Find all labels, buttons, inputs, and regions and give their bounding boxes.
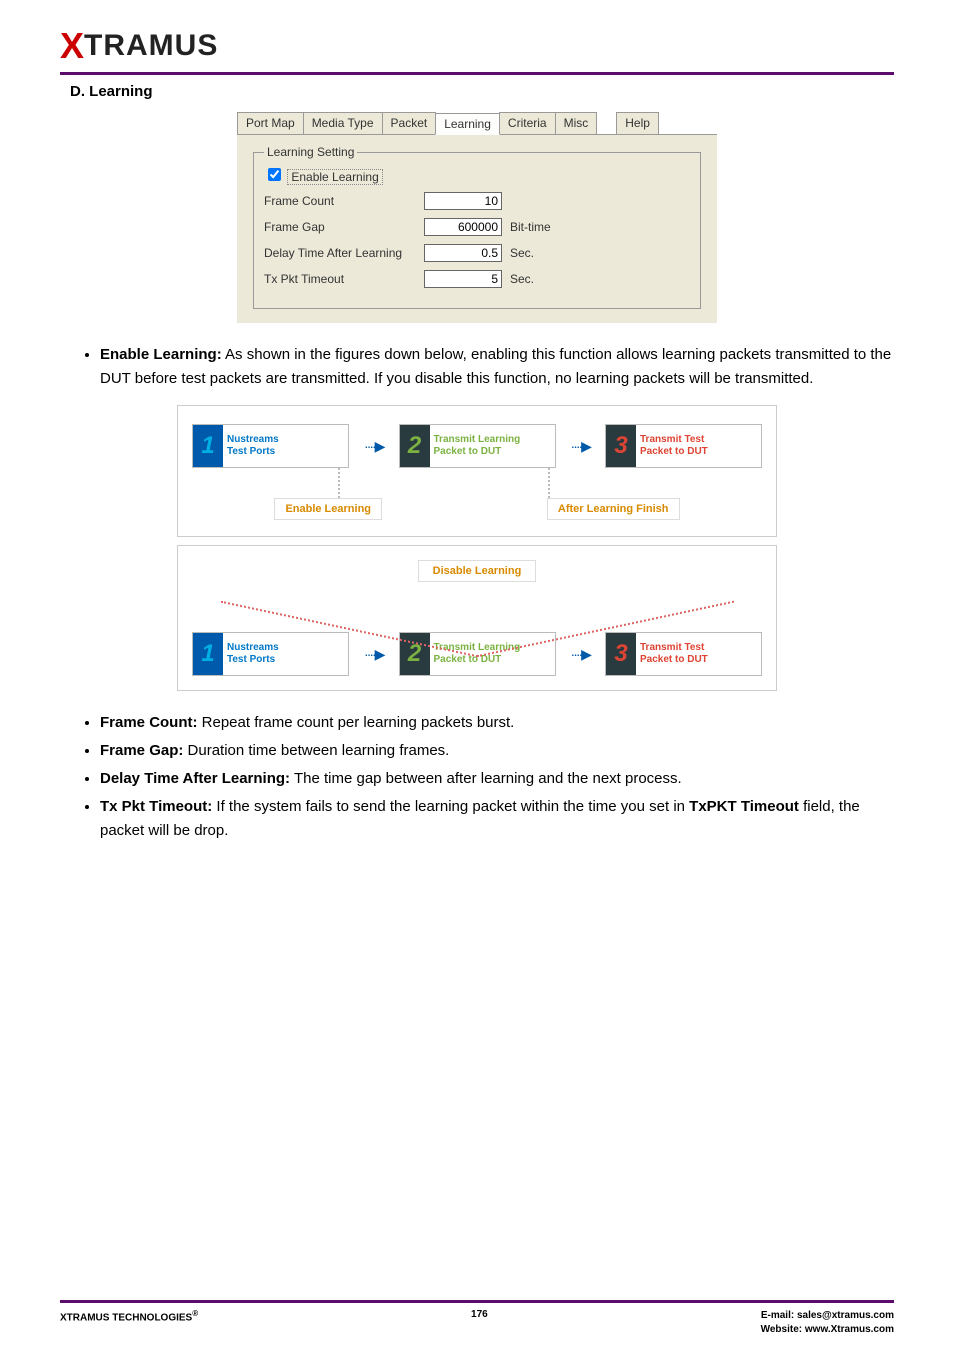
- flow-step-1-disabled: 1 Nustreams Test Ports: [192, 632, 349, 676]
- footer-website: www.Xtramus.com: [805, 1324, 894, 1335]
- frame-gap-unit: Bit-time: [510, 220, 551, 234]
- bullet-frame-gap: Frame Gap: Duration time between learnin…: [100, 739, 894, 763]
- frame-count-input[interactable]: [424, 192, 502, 210]
- arrow-icon: ····▶: [359, 438, 389, 455]
- tab-port-map[interactable]: Port Map: [237, 112, 304, 134]
- delay-after-learning-label: Delay Time After Learning: [264, 246, 424, 260]
- flow-step-3: 3 Transmit Test Packet to DUT: [605, 424, 762, 468]
- tab-criteria[interactable]: Criteria: [499, 112, 556, 134]
- tab-strip: Port Map Media Type Packet Learning Crit…: [237, 112, 717, 135]
- bullet-delay-time-text: The time gap between after learning and …: [290, 770, 682, 787]
- brand-logo: X TRAMUS: [60, 20, 894, 72]
- caption-after-learning: After Learning Finish: [547, 498, 680, 520]
- flow-step-2-number: 2: [400, 425, 430, 467]
- flow-step-1-number: 1: [193, 425, 223, 467]
- enable-learning-checkbox[interactable]: [268, 168, 281, 181]
- bullet-enable-learning: Enable Learning: As shown in the figures…: [100, 343, 894, 391]
- tab-help[interactable]: Help: [616, 112, 659, 134]
- flow-step-3-number: 3: [606, 633, 636, 675]
- flow-step-3-line2: Packet to DUT: [640, 654, 757, 666]
- frame-gap-input[interactable]: [424, 218, 502, 236]
- frame-count-label: Frame Count: [264, 194, 424, 208]
- footer-email-label: E-mail:: [761, 1310, 797, 1321]
- tab-packet[interactable]: Packet: [382, 112, 437, 134]
- logo-text: TRAMUS: [84, 29, 218, 63]
- flow-step-2: 2 Transmit Learning Packet to DUT: [399, 424, 556, 468]
- logo-x: X: [60, 25, 84, 67]
- bullet-frame-count-text: Repeat frame count per learning packets …: [198, 714, 515, 731]
- header-divider: [60, 72, 894, 75]
- caption-enable-learning: Enable Learning: [274, 498, 382, 520]
- tx-pkt-timeout-label: Tx Pkt Timeout: [264, 272, 424, 286]
- bullet-frame-count: Frame Count: Repeat frame count per lear…: [100, 711, 894, 735]
- bullet-delay-time: Delay Time After Learning: The time gap …: [100, 767, 894, 791]
- frame-gap-label: Frame Gap: [264, 220, 424, 234]
- flow-step-1-line2: Test Ports: [227, 446, 344, 458]
- footer-contact: E-mail: sales@xtramus.com Website: www.X…: [761, 1309, 894, 1337]
- tx-pkt-timeout-input[interactable]: [424, 270, 502, 288]
- bullet-delay-time-title: Delay Time After Learning:: [100, 770, 290, 787]
- tab-learning[interactable]: Learning: [435, 113, 500, 135]
- learning-tab-panel: Port Map Media Type Packet Learning Crit…: [237, 112, 717, 323]
- fieldset-legend: Learning Setting: [264, 145, 357, 159]
- flow-step-3-line1: Transmit Test: [640, 642, 757, 654]
- bullet-tx-pkt-timeout-bold: TxPKT Timeout: [689, 798, 799, 815]
- tab-content-area: Learning Setting Enable Learning Frame C…: [237, 135, 717, 323]
- delay-after-learning-input[interactable]: [424, 244, 502, 262]
- page-footer: XTRAMUS TECHNOLOGIES® 176 E-mail: sales@…: [0, 1300, 954, 1351]
- flow-step-3-disabled: 3 Transmit Test Packet to DUT: [605, 632, 762, 676]
- dotted-connector-icon: [548, 468, 550, 498]
- flow-step-1-line1: Nustreams: [227, 642, 344, 654]
- footer-company-name: XTRAMUS TECHNOLOGIES: [60, 1312, 192, 1323]
- flow-step-3-number: 3: [606, 425, 636, 467]
- flow-step-1-number: 1: [193, 633, 223, 675]
- bullet-enable-learning-title: Enable Learning:: [100, 346, 222, 363]
- footer-email: sales@xtramus.com: [797, 1310, 894, 1321]
- bullet-tx-pkt-timeout-title: Tx Pkt Timeout:: [100, 798, 212, 815]
- bullet-tx-pkt-timeout: Tx Pkt Timeout: If the system fails to s…: [100, 795, 894, 843]
- enable-learning-flow-diagram: 1 Nustreams Test Ports ····▶ 2 Transmit …: [177, 405, 777, 537]
- flow-step-1-line2: Test Ports: [227, 654, 344, 666]
- flow-step-1: 1 Nustreams Test Ports: [192, 424, 349, 468]
- bullet-frame-gap-title: Frame Gap:: [100, 742, 183, 759]
- bullet-tx-pkt-timeout-text-a: If the system fails to send the learning…: [212, 798, 689, 815]
- footer-page-number: 176: [198, 1309, 760, 1337]
- flow-step-2-line2: Packet to DUT: [434, 446, 551, 458]
- footer-company: XTRAMUS TECHNOLOGIES®: [60, 1309, 198, 1337]
- enable-learning-checkbox-label[interactable]: Enable Learning: [287, 169, 382, 185]
- flow-step-1-line1: Nustreams: [227, 434, 344, 446]
- bullet-frame-gap-text: Duration time between learning frames.: [183, 742, 449, 759]
- footer-divider: [60, 1300, 894, 1303]
- arrow-icon: ····▶: [359, 646, 389, 663]
- tab-media-type[interactable]: Media Type: [303, 112, 383, 134]
- flow-step-2-line1: Transmit Learning: [434, 434, 551, 446]
- bullet-frame-count-title: Frame Count:: [100, 714, 198, 731]
- flow-step-3-line2: Packet to DUT: [640, 446, 757, 458]
- arrow-icon: ····▶: [565, 438, 595, 455]
- disable-learning-flow-diagram: Disable Learning 1 Nustreams Test Ports …: [177, 545, 777, 691]
- tx-pkt-timeout-unit: Sec.: [510, 272, 534, 286]
- flow-step-3-line1: Transmit Test: [640, 434, 757, 446]
- footer-website-label: Website:: [761, 1324, 805, 1335]
- dotted-connector-icon: [338, 468, 340, 498]
- section-heading: D. Learning: [70, 83, 894, 100]
- tab-misc[interactable]: Misc: [555, 112, 598, 134]
- dashed-arc-icon: [192, 588, 762, 628]
- delay-after-learning-unit: Sec.: [510, 246, 534, 260]
- flow-step-2-line2: Packet to DUT: [434, 654, 551, 666]
- learning-setting-fieldset: Learning Setting Enable Learning Frame C…: [253, 145, 701, 309]
- arrow-icon: ····▶: [565, 646, 595, 663]
- caption-disable-learning: Disable Learning: [418, 560, 537, 582]
